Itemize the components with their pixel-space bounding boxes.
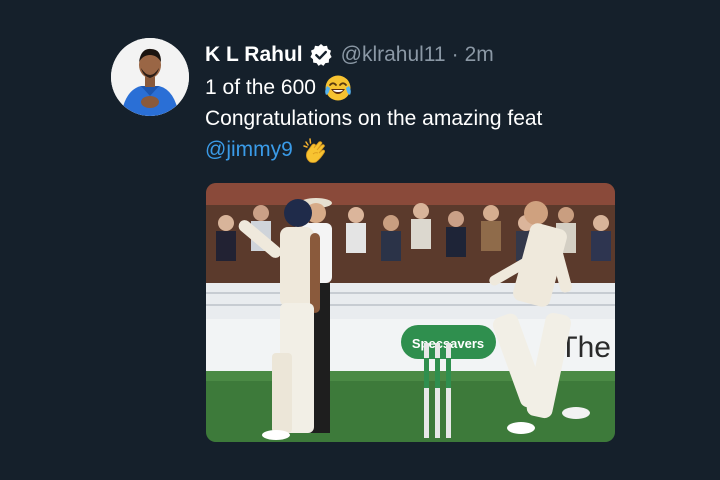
tweet-line-3: @jimmy9 bbox=[205, 134, 542, 165]
tweet-line-1: 1 of the 600 bbox=[205, 72, 542, 103]
tweet-line-2: Congratulations on the amazing feat bbox=[205, 103, 542, 134]
tweet-line-1-text: 1 of the 600 bbox=[205, 76, 316, 99]
timestamp[interactable]: 2m bbox=[465, 43, 494, 67]
tweet-media-image[interactable]: Specsavers The bbox=[206, 183, 615, 442]
separator-dot: · bbox=[451, 43, 459, 66]
tweet-line-2-text: Congratulations on the amazing feat bbox=[205, 107, 543, 130]
clapping-hands-icon bbox=[301, 136, 329, 164]
mention-link[interactable]: @jimmy9 bbox=[205, 134, 293, 165]
tweet-text: 1 of the 600 Congratulations on the amaz… bbox=[205, 72, 542, 165]
cricket-photo: Specsavers The bbox=[206, 183, 615, 442]
author-handle[interactable]: @klrahul11 bbox=[341, 43, 446, 67]
author-name[interactable]: K L Rahul bbox=[205, 43, 303, 67]
stumps bbox=[424, 343, 451, 438]
face-with-tears-of-joy-icon bbox=[324, 74, 352, 102]
tweet-card[interactable]: K L Rahul @klrahul11 · 2m 1 of the 600 C… bbox=[0, 0, 720, 480]
avatar[interactable] bbox=[111, 38, 189, 116]
verified-badge-icon bbox=[309, 43, 333, 67]
tweet-header: K L Rahul @klrahul11 · 2m bbox=[205, 40, 494, 70]
